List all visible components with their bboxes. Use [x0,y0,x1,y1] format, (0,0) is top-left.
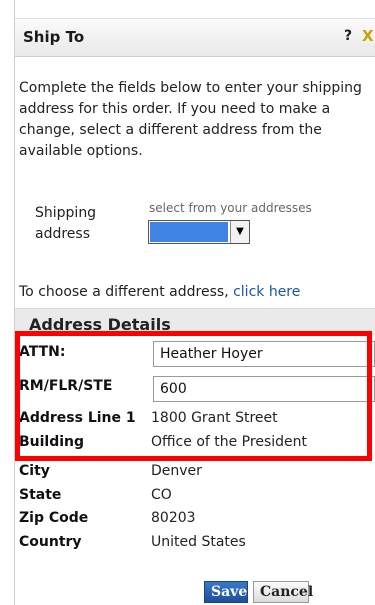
click-here-link[interactable]: click here [233,284,300,300]
zip-code-label: Zip Code [19,510,89,526]
state-value: CO [151,487,172,503]
address-details-title: Address Details [29,315,171,334]
ship-to-dialog: Ship To ? X Complete the fields below to… [15,0,375,605]
left-border [0,0,15,605]
attn-input[interactable] [153,341,375,367]
choose-different-address: To choose a different address, click her… [19,284,301,300]
chevron-down-icon[interactable]: ▼ [230,221,249,243]
save-button[interactable]: Save [204,581,248,603]
state-label: State [19,487,62,503]
help-icon[interactable]: ? [344,28,352,44]
zip-code-value: 80203 [151,510,196,526]
country-label: Country [19,534,82,550]
address-details-header: Address Details [15,308,375,335]
intro-text: Complete the fields below to enter your … [19,80,362,159]
attn-label: ATTN: [19,344,66,360]
country-value: United States [151,534,246,550]
cancel-button[interactable]: Cancel [253,581,313,603]
shipping-address-label: Shipping address [35,205,97,242]
city-value: Denver [151,463,202,479]
rm-flr-ste-label: RM/FLR/STE [19,378,113,394]
address-line1-value: 1800 Grant Street [151,410,278,426]
building-label: Building [19,434,85,450]
address-line1-label: Address Line 1 [19,410,136,426]
building-value: Office of the President [151,434,307,450]
select-selected-value [150,222,228,242]
rm-flr-ste-input[interactable] [153,376,375,402]
city-label: City [19,463,50,479]
dialog-title: Ship To [23,28,85,46]
close-icon[interactable]: X [362,27,374,45]
dialog-titlebar: Ship To ? X [15,18,375,57]
shipping-address-select[interactable]: ▼ [148,220,250,244]
shipping-hint: select from your addresses [149,201,312,215]
